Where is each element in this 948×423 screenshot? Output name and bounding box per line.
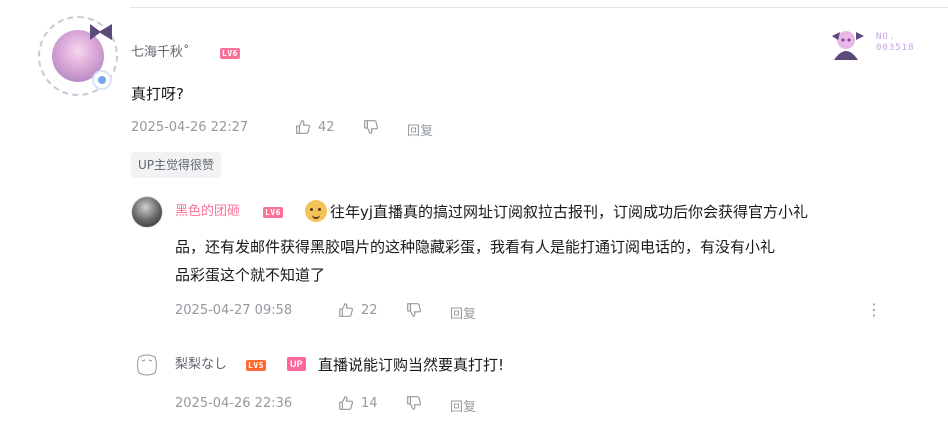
user-avatar[interactable] bbox=[38, 16, 118, 96]
up-badge: UP bbox=[287, 357, 306, 371]
reply-button[interactable]: 回复 bbox=[407, 120, 433, 139]
doge-emoji-icon bbox=[305, 200, 327, 222]
like-count: 14 bbox=[361, 395, 378, 411]
verified-badge-icon bbox=[92, 70, 112, 90]
like-count: 22 bbox=[361, 302, 378, 318]
reply-date: 2025-04-26 22:36 bbox=[175, 396, 293, 411]
level-badge-icon: LV5 bbox=[246, 360, 266, 371]
reply-text: 直播说能订购当然要真打打! bbox=[318, 356, 505, 374]
reply-username[interactable]: 梨梨なし bbox=[175, 357, 227, 373]
more-options-icon[interactable]: ⋮ bbox=[866, 300, 882, 320]
thumbs-down-icon bbox=[407, 396, 421, 410]
level-badge-icon: LV6 bbox=[220, 48, 240, 59]
fan-card-decoration[interactable]: NO. 003518 bbox=[826, 26, 934, 66]
thumbs-up-icon bbox=[296, 120, 310, 134]
reply-text-line: 往年yj直播真的搞过网址订阅叙拉古报刊，订阅成功后你会获得官方小礼 bbox=[330, 203, 809, 221]
main-comment-text: 真打呀? bbox=[131, 85, 184, 103]
top-divider bbox=[130, 7, 948, 8]
reply-text-line: 品彩蛋这个就不知道了 bbox=[175, 266, 326, 284]
reply-username[interactable]: 黑色的团砸 bbox=[175, 204, 240, 220]
reply-text-line: 品，还有发邮件获得黑胶唱片的这种隐藏彩蛋，我看有人是能打通订阅电话的，有没有小礼 bbox=[175, 238, 776, 256]
thumbs-down-icon bbox=[407, 303, 421, 317]
thumbs-up-icon bbox=[339, 396, 353, 410]
dislike-button[interactable] bbox=[405, 301, 423, 319]
fan-card-number: NO. 003518 bbox=[876, 32, 915, 53]
like-count: 42 bbox=[318, 119, 335, 135]
reply-avatar[interactable] bbox=[131, 196, 163, 228]
like-button[interactable]: 42 bbox=[294, 118, 335, 136]
up-liked-tag: UP主觉得很赞 bbox=[131, 152, 222, 178]
fan-card-figure-icon bbox=[832, 31, 864, 60]
thumbs-down-icon bbox=[364, 120, 378, 134]
main-comment-username[interactable]: 七海千秋˚ bbox=[131, 45, 190, 61]
like-button[interactable]: 22 bbox=[337, 301, 378, 319]
reply-button[interactable]: 回复 bbox=[450, 396, 476, 415]
reply-avatar[interactable] bbox=[133, 351, 161, 379]
level-badge-icon: LV6 bbox=[263, 207, 283, 218]
main-comment-date: 2025-04-26 22:27 bbox=[131, 120, 249, 135]
reply-button[interactable]: 回复 bbox=[450, 303, 476, 322]
reply-date: 2025-04-27 09:58 bbox=[175, 303, 293, 318]
like-button[interactable]: 14 bbox=[337, 394, 378, 412]
dislike-button[interactable] bbox=[405, 394, 423, 412]
thumbs-up-icon bbox=[339, 303, 353, 317]
dislike-button[interactable] bbox=[362, 118, 380, 136]
